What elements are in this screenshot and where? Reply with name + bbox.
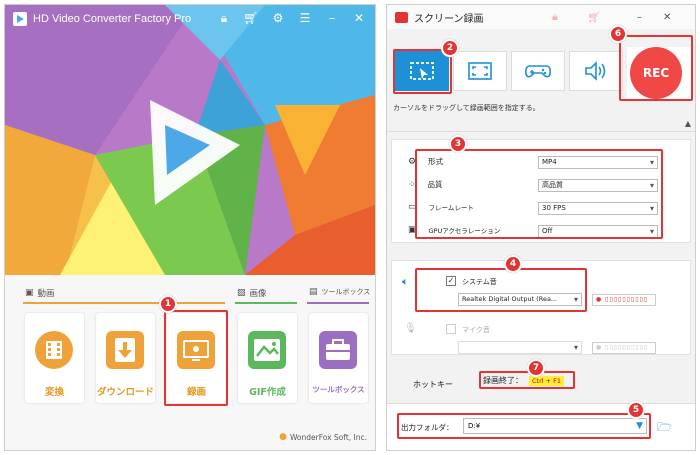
speaker-icon [585,61,606,81]
converter-window: HD Video Converter Factory Pro 🔒︎ 🛒︎ ⚙ ☰… [4,4,376,451]
mic-level-meter: ● ▯▯▯▯▯▯▯▯▯▯ [592,342,656,354]
system-audio-level-meter: ● ▯▯▯▯▯▯▯▯▯▯ [592,294,656,306]
gamepad-icon [525,65,551,78]
close-icon[interactable]: ✕ [351,11,367,26]
mode-fullscreen-button[interactable] [453,51,507,91]
mode-audio-button[interactable] [569,51,623,91]
open-folder-icon[interactable]: 🗁 [657,418,672,439]
wonderfox-logo-icon: ● [279,432,287,442]
list-icon[interactable]: ☰ [297,11,313,26]
tile-download-label: ダウンロード [96,387,154,398]
fullscreen-icon [468,62,492,80]
highlight-rec-button [619,35,693,101]
gif-icon [248,331,286,369]
microphone-icon: 🎙︎ [404,323,417,334]
highlight-audio-settings [415,268,587,312]
lock-icon[interactable]: 🔒︎ [216,11,232,26]
tile-toolbox[interactable]: ツールボックス [309,313,368,403]
badge-6: 6 [609,25,627,43]
app-title: HD Video Converter Factory Pro [33,13,192,25]
convert-icon [35,331,73,369]
mode-game-button[interactable] [511,51,565,91]
badge-5: 5 [627,401,645,419]
section-video-underline [23,302,225,304]
badge-2: 2 [441,39,459,57]
section-video-label: 動画 [37,289,55,299]
watermark-text: WonderFox Soft, Inc. [289,432,367,442]
section-image-label: 画像 [249,289,267,299]
section-image-underline [235,302,297,304]
gear-icon[interactable]: ⚙ [270,11,286,26]
close-icon[interactable]: ✕ [663,12,671,23]
mic-device-select[interactable] [458,341,582,354]
toolbox-icon: ▤ [309,287,318,297]
tile-convert-label: 変換 [44,387,64,398]
cart-icon[interactable]: 🛒︎ [243,11,259,26]
recorder-logo-icon [395,11,408,23]
highlight-output-folder [397,413,651,439]
film-icon: ▣ [25,288,34,298]
cart-icon[interactable]: 🛒︎ [587,11,601,24]
recorder-title: スクリーン録画 [414,13,484,25]
divider [387,131,695,132]
badge-7: 7 [527,359,545,377]
section-toolbox-underline [307,302,369,304]
screen-recorder-window: スクリーン録画 🔒︎ 🛒︎ – ✕ REC 2 6 カーソルをドラッグして録画範… [386,4,696,451]
app-logo-icon [13,12,27,26]
tile-toolbox-label: ツールボックス [312,385,365,394]
minimize-icon[interactable]: – [324,11,340,26]
highlight-record-tile [164,310,228,406]
hero-banner: HD Video Converter Factory Pro 🔒︎ 🛒︎ ⚙ ☰… [5,5,375,275]
tile-gif[interactable]: GIF作成 [238,313,297,403]
image-icon: ▨ [237,288,246,298]
badge-1: 1 [159,295,177,313]
badge-4: 4 [504,255,522,273]
hotkey-label: ホットキー [413,380,453,389]
tile-convert[interactable]: 変換 [25,313,84,403]
app-titlebar: HD Video Converter Factory Pro 🔒︎ 🛒︎ ⚙ ☰… [5,5,375,33]
minimize-icon[interactable]: – [637,12,642,23]
badge-3: 3 [449,135,467,153]
section-image: ▨ 画像 [237,287,267,299]
download-icon [106,331,144,369]
speaker-icon: 🔈︎ [402,275,409,288]
recorder-titlebar: スクリーン録画 🔒︎ 🛒︎ – ✕ [387,5,695,29]
highlight-video-settings [415,149,663,239]
mic-checkbox[interactable] [446,324,456,334]
collapse-toggle[interactable]: ▲ [685,119,691,128]
region-hint: カーソルをドラッグして録画範囲を指定する。 [393,104,540,112]
mic-label: マイク音 [462,326,490,334]
section-video: ▣ 動画 [25,287,55,299]
lock-icon[interactable]: 🔒︎ [552,10,558,24]
watermark: ● WonderFox Soft, Inc. [279,432,367,442]
section-toolbox-label: ツールボックス [321,288,371,296]
toolbox-big-icon [319,331,357,369]
highlight-region-mode [393,49,452,94]
highlight-hotkey [479,371,575,389]
hero-artwork [5,5,375,275]
tile-gif-label: GIF作成 [249,387,286,398]
tile-download[interactable]: ダウンロード [96,313,155,403]
section-toolbox: ▤ ツールボックス [309,287,370,297]
